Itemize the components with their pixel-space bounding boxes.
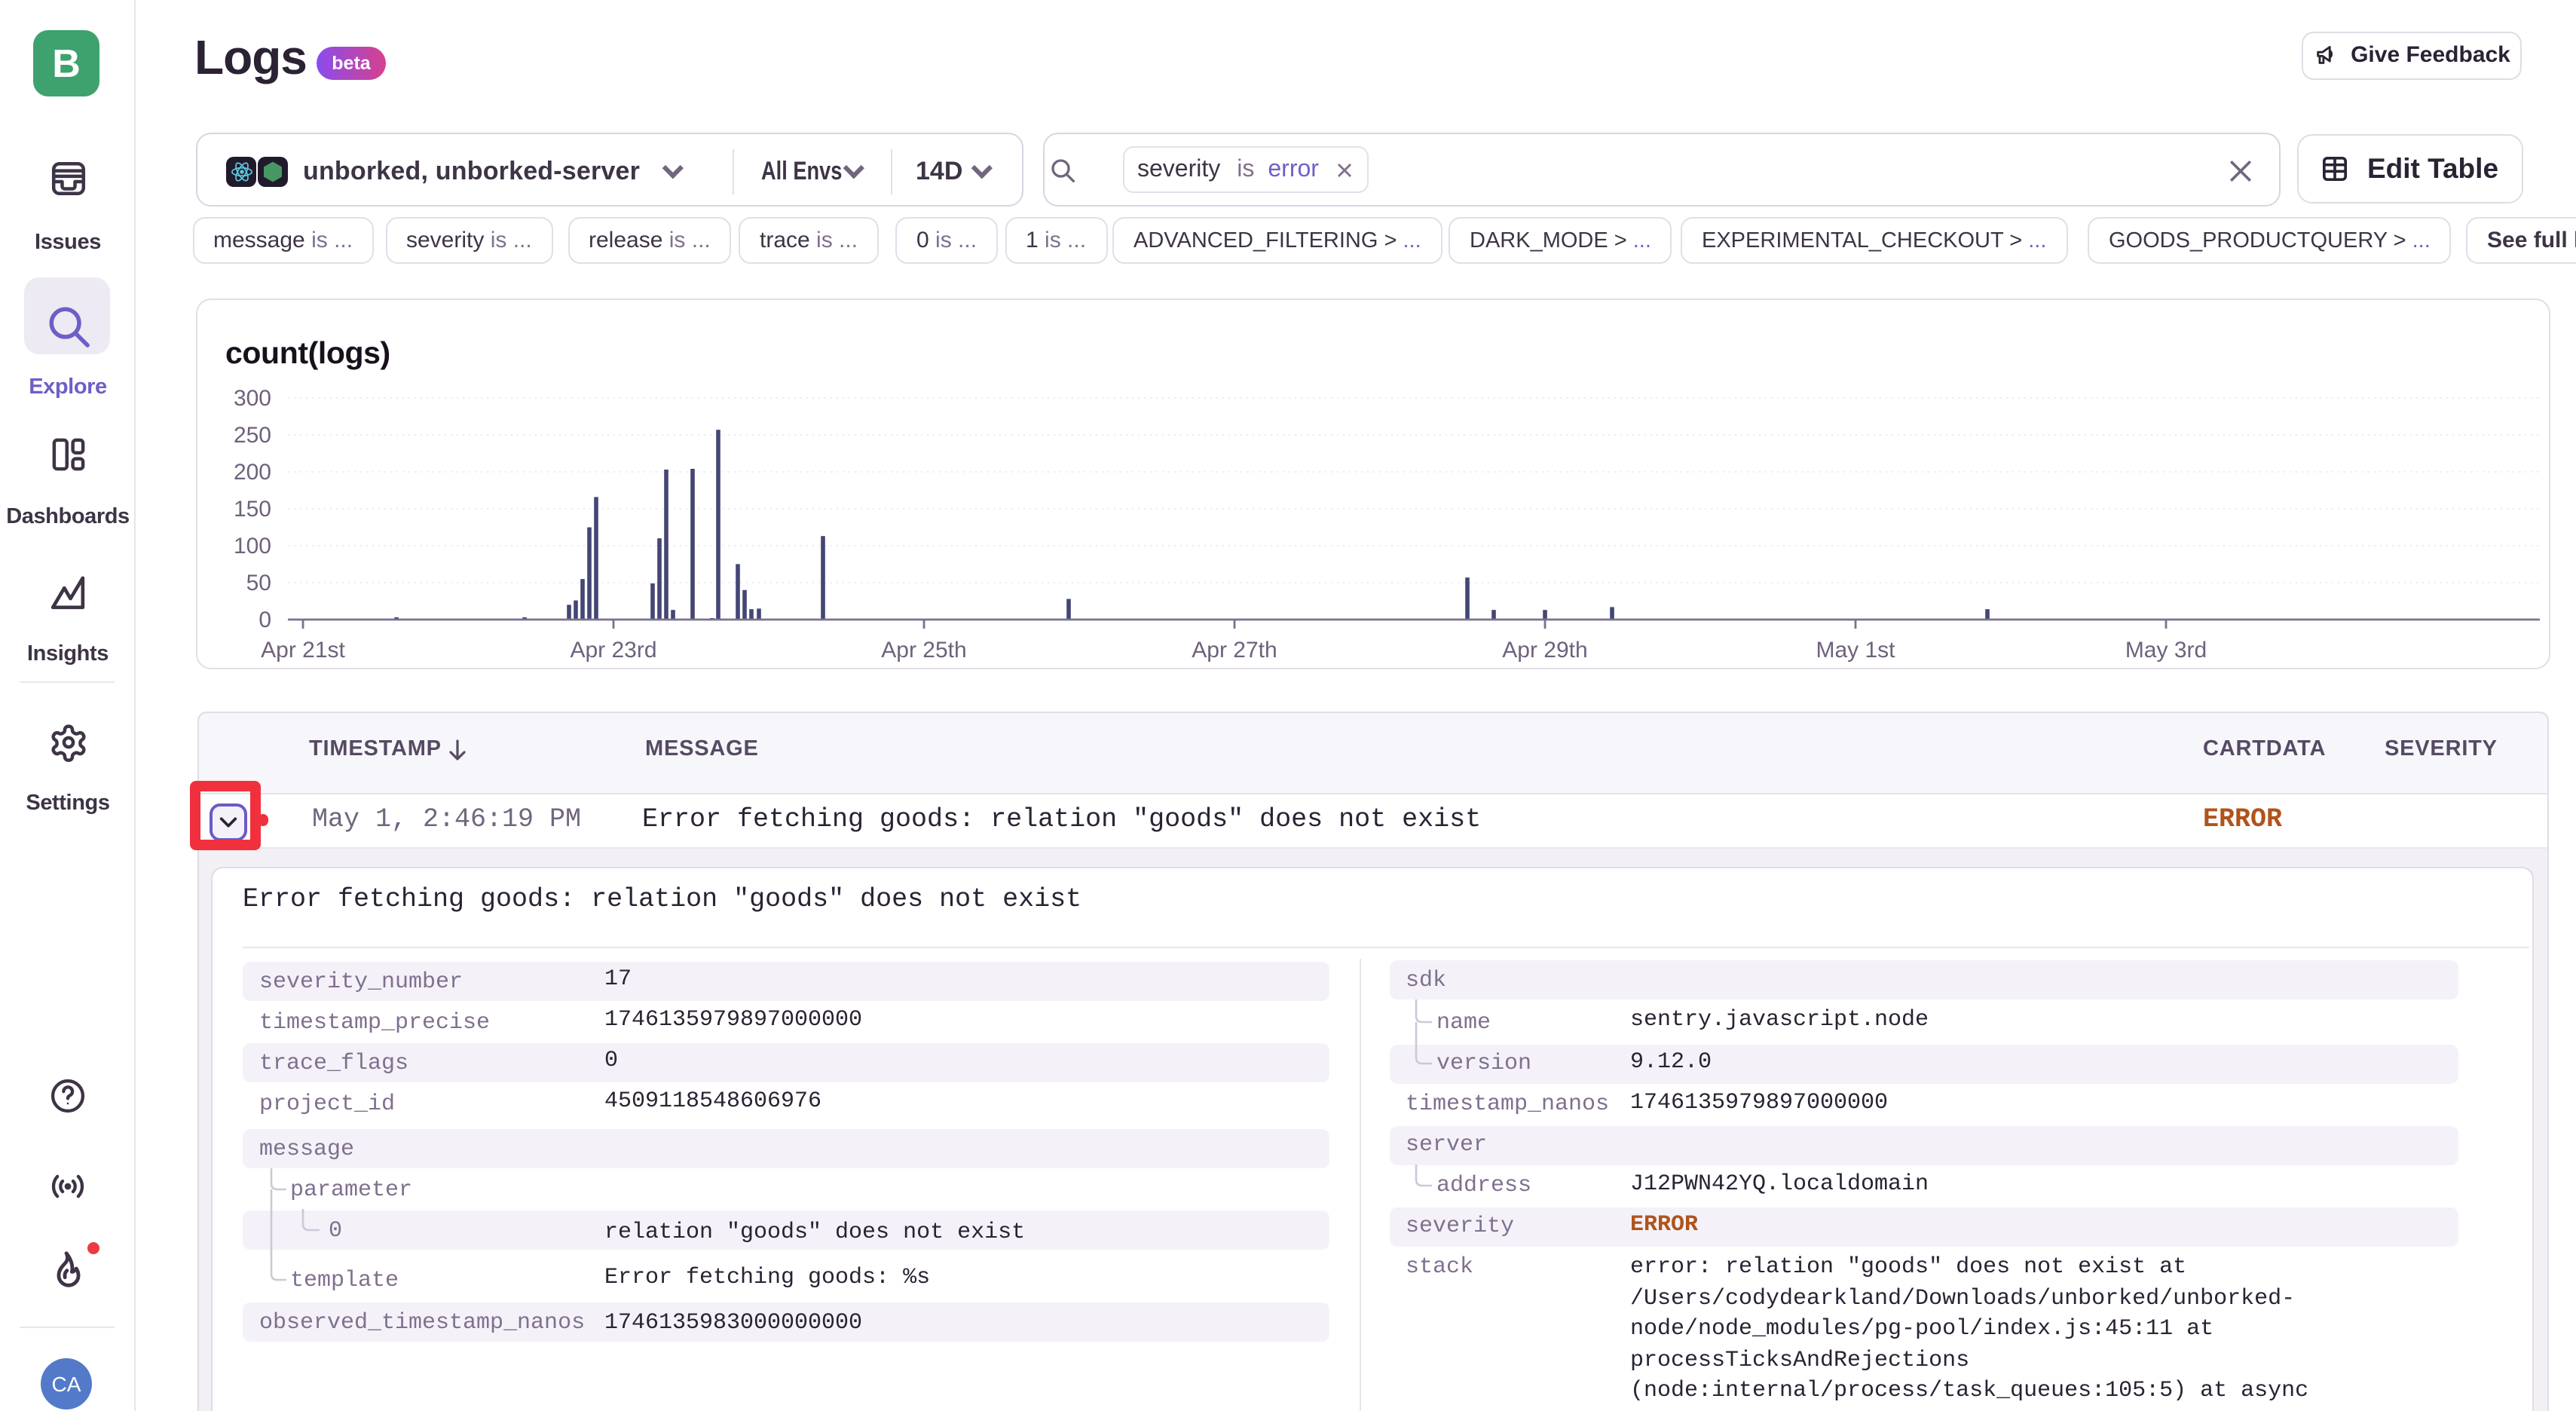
svg-text:150: 150 [233, 496, 271, 521]
svg-text:Apr 27th: Apr 27th [1191, 637, 1276, 662]
svg-text:50: 50 [246, 570, 271, 595]
svg-text:Apr 29th: Apr 29th [1501, 637, 1586, 662]
svg-text:300: 300 [233, 385, 271, 410]
svg-text:May 1st: May 1st [1815, 637, 1895, 662]
svg-text:Apr 23rd: Apr 23rd [569, 637, 656, 662]
svg-text:100: 100 [233, 533, 271, 558]
svg-text:200: 200 [233, 459, 271, 484]
svg-text:250: 250 [233, 422, 271, 447]
svg-text:0: 0 [258, 607, 271, 632]
svg-text:Apr 21st: Apr 21st [260, 637, 344, 662]
svg-text:Apr 25th: Apr 25th [880, 637, 965, 662]
svg-text:May 3rd: May 3rd [2125, 637, 2206, 662]
